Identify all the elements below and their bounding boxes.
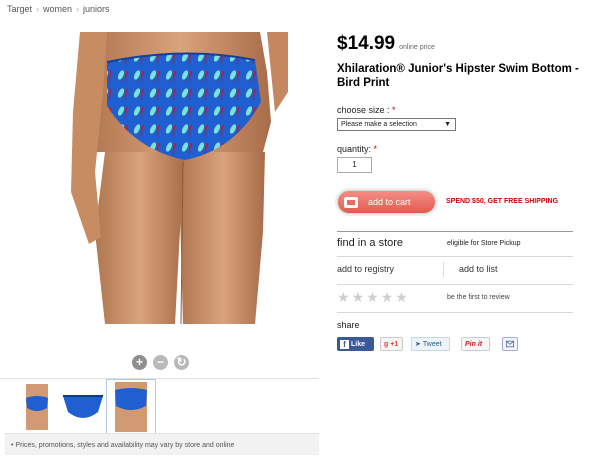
price-note: online price	[399, 44, 435, 51]
tweet-label: Tweet	[422, 340, 442, 348]
reset-zoom-icon[interactable]: ↻	[174, 355, 189, 370]
zoom-out-icon[interactable]: −	[153, 355, 168, 370]
breadcrumb: Target › women › juniors	[7, 4, 110, 14]
star-icon: ★	[351, 289, 365, 305]
product-title: Xhilaration® Junior's Hipster Swim Botto…	[337, 63, 579, 89]
size-label: choose size : *	[337, 105, 396, 115]
email-share-button[interactable]	[502, 337, 518, 351]
facebook-like-label: Like	[351, 340, 366, 348]
facebook-like-button[interactable]: f Like	[337, 337, 374, 351]
add-to-registry-link[interactable]: add to registry	[337, 264, 394, 274]
cart-icon	[344, 196, 358, 208]
zoom-in-icon[interactable]: +	[132, 355, 147, 370]
divider	[443, 262, 444, 277]
envelope-icon	[506, 340, 514, 348]
google-plus-icon: g	[384, 340, 389, 348]
size-select[interactable]: Please make a selection ▼	[337, 118, 456, 131]
price-block: $14.99 online price	[337, 33, 435, 55]
divider	[337, 284, 573, 285]
zoom-controls: + − ↻	[132, 355, 189, 370]
product-price: $14.99	[337, 33, 396, 54]
facebook-icon: f	[340, 339, 349, 349]
store-pickup-note: eligible for Store Pickup	[447, 240, 521, 247]
star-icon: ★	[366, 289, 379, 305]
shipping-promo[interactable]: SPEND $50, GET FREE SHIPPING	[446, 198, 558, 205]
breadcrumb-juniors[interactable]: juniors	[83, 4, 110, 14]
pin-it-label: Pin it	[465, 340, 483, 348]
divider	[337, 231, 573, 232]
thumbnail-divider	[0, 378, 319, 379]
tweet-button[interactable]: ➤ Tweet	[411, 337, 450, 351]
product-main-image[interactable]	[35, 32, 288, 324]
divider	[337, 312, 573, 313]
quantity-input[interactable]: 1	[337, 157, 372, 173]
star-icon: ★	[395, 289, 408, 305]
pin-it-button[interactable]: Pin it	[461, 337, 490, 351]
thumbnail-back-view[interactable]	[14, 384, 60, 430]
google-plus-label: +1	[390, 340, 399, 348]
add-to-cart-label: add to cart	[368, 197, 411, 207]
thumbnail-closeup-view[interactable]	[106, 379, 156, 435]
divider	[337, 256, 573, 257]
twitter-bird-icon: ➤	[415, 341, 421, 348]
share-heading: share	[337, 320, 360, 330]
availability-disclaimer: • Prices, promotions, styles and availab…	[5, 433, 319, 455]
find-in-store-link[interactable]: find in a store	[337, 237, 403, 249]
dropdown-arrow-icon: ▼	[444, 121, 451, 128]
star-icon: ★	[337, 289, 350, 305]
swim-bottom-photo	[71, 32, 288, 324]
size-select-value: Please make a selection	[341, 121, 417, 128]
thumbnail-flat-view[interactable]	[60, 384, 106, 430]
star-icon: ★	[380, 289, 394, 305]
google-plus-button[interactable]: g +1	[380, 337, 403, 351]
rating-stars[interactable]: ★ ★ ★ ★ ★	[337, 290, 408, 304]
breadcrumb-women[interactable]: women	[43, 4, 72, 14]
quantity-label: quantity: *	[337, 144, 378, 154]
chevron-right-icon: ›	[76, 4, 80, 14]
breadcrumb-target[interactable]: Target	[7, 4, 32, 14]
add-to-cart-button[interactable]: add to cart	[337, 190, 436, 214]
write-review-link[interactable]: be the first to review	[447, 294, 510, 301]
chevron-right-icon: ›	[36, 4, 40, 14]
add-to-list-link[interactable]: add to list	[459, 264, 498, 274]
